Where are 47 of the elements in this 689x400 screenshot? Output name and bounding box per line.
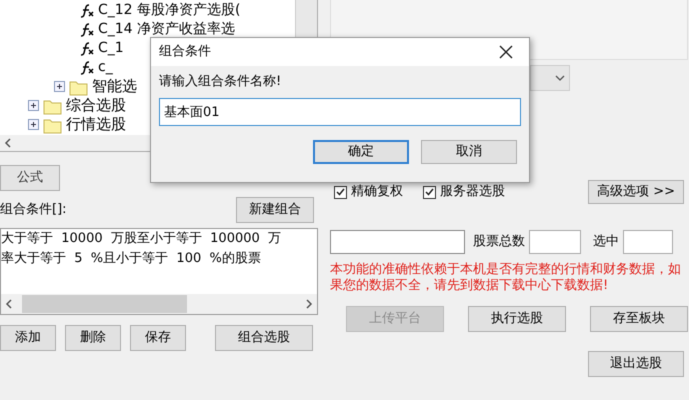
close-icon[interactable] [499, 45, 513, 59]
checkbox[interactable] [423, 186, 436, 198]
tree-item[interactable]: c_ [98, 57, 113, 78]
action-button[interactable]: 添加 [0, 325, 56, 351]
condition-row[interactable]: 大于等于 10000 万股至小于等于 100000 万 [1, 229, 317, 249]
chevron-down-icon [555, 75, 565, 81]
dialog-button[interactable]: 取消 [421, 140, 517, 164]
expand-icon[interactable] [28, 119, 39, 130]
action-button[interactable]: 删除 [65, 325, 121, 351]
formula-icon [80, 3, 94, 18]
checkbox-label: 精确复权 [351, 183, 403, 202]
condition-row[interactable]: 率大于等于 5 %且小于等于 100 %的股票 [1, 249, 317, 269]
action-button: 上传平台 [346, 306, 444, 332]
scroll-right-icon[interactable] [306, 299, 313, 309]
selected-label: 选中 [593, 233, 619, 252]
advanced-options-button[interactable]: 高级选项 >> [588, 180, 684, 204]
checkbox-label: 服务器选股 [440, 183, 505, 202]
action-button[interactable]: 组合选股 [215, 325, 313, 351]
tree-item[interactable]: C_14 净资产收益率选 [98, 19, 236, 40]
expand-icon[interactable] [28, 100, 39, 111]
formula-icon [80, 22, 94, 37]
tab[interactable]: 公式 [0, 165, 60, 191]
name-input-field[interactable]: 基本面01 [159, 98, 521, 126]
dialog-prompt: 请输入组合条件名称! [159, 73, 282, 91]
horizontal-scrollbar[interactable] [1, 294, 317, 314]
dialog-button[interactable]: 确定 [313, 140, 409, 164]
dialog-title: 组合条件 [159, 43, 211, 62]
action-button[interactable]: 执行选股 [468, 306, 566, 332]
tree-item[interactable]: C_12 每股净资产选股( [98, 0, 241, 21]
input-field[interactable] [529, 230, 581, 254]
input-field[interactable] [330, 230, 465, 254]
conditions-label: 组合条件[]: [0, 201, 67, 220]
warning-text: 本功能的准确性依赖于本机是否有完整的行情和财务数据，如果您的数据不全，请先到数据下载中心下载数据! [330, 262, 682, 294]
input-field[interactable] [623, 230, 673, 254]
formula-icon [80, 60, 94, 75]
scroll-left-icon[interactable] [4, 138, 11, 148]
expand-icon[interactable] [54, 81, 65, 92]
action-button[interactable]: 保存 [130, 325, 186, 351]
scrollbar-thumb[interactable] [22, 295, 186, 313]
scroll-left-icon[interactable] [5, 299, 12, 309]
tree-item[interactable]: C_1 [98, 38, 124, 59]
formula-icon [80, 41, 94, 56]
action-button[interactable]: 存至板块 [590, 306, 688, 332]
checkbox[interactable] [334, 186, 347, 198]
new-combination-button[interactable]: 新建组合 [236, 197, 314, 223]
exit-button[interactable]: 退出选股 [588, 351, 684, 377]
total-stocks-label: 股票总数 [473, 233, 525, 252]
